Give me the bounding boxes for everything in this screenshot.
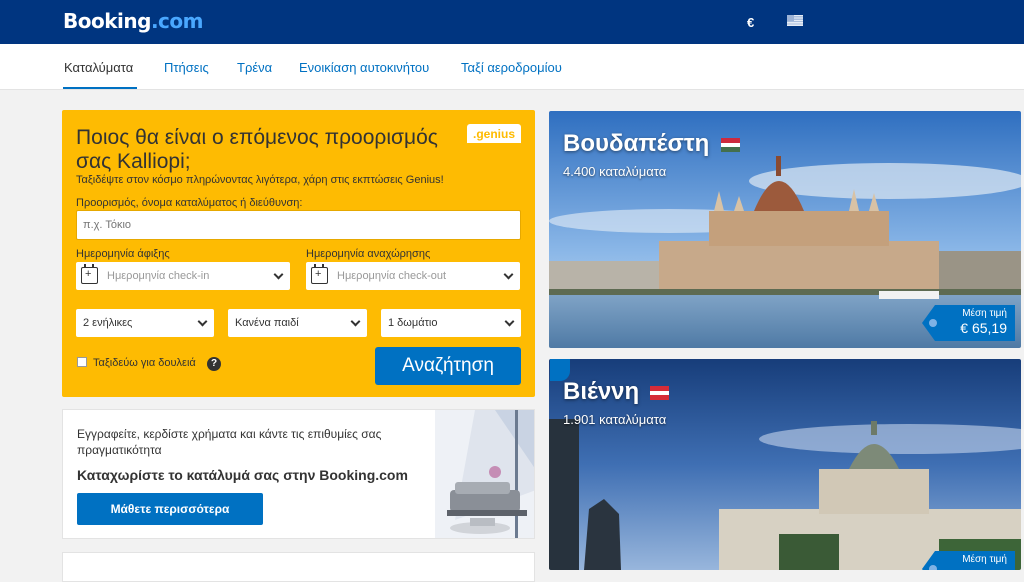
calendar-icon [81, 264, 98, 284]
promo-text: Εγγραφείτε, κερδίστε χρήματα και κάντε τ… [77, 427, 382, 457]
help-icon[interactable]: ? [207, 357, 221, 371]
greek-flag-icon[interactable] [787, 15, 803, 26]
search-subtitle: Ταξιδέψτε στον κόσμο πληρώνοντας λιγότερ… [76, 174, 444, 186]
children-value: Κανένα παιδί [235, 317, 299, 329]
genius-badge: .genius [467, 124, 521, 146]
adults-select[interactable]: 2 ενήλικες [76, 309, 214, 337]
destination-input[interactable] [76, 210, 521, 240]
tag-hole-icon [929, 565, 937, 570]
children-select[interactable]: Κανένα παιδί [228, 309, 367, 337]
checkout-label: Ημερομηνία αναχώρησης [306, 248, 431, 260]
destination-card-budapest[interactable]: Βουδαπέστη 4.400 καταλύματα Μέση τιμή € … [549, 111, 1021, 348]
tab-stays[interactable]: Καταλύματα [64, 60, 133, 75]
checkin-placeholder: Ημερομηνία check-in [107, 270, 210, 282]
list-property-promo: Εγγραφείτε, κερδίστε χρήματα και κάντε τ… [62, 409, 535, 539]
active-tab-indicator [63, 87, 137, 89]
tab-airport-taxi[interactable]: Ταξί αεροδρομίου [461, 60, 562, 75]
hungary-flag-icon [721, 138, 740, 152]
chevron-down-icon [503, 269, 514, 280]
average-price-badge: Μέση τιμή € 65,19 [922, 305, 1015, 341]
business-travel-label[interactable]: Ταξιδεύω για δουλειά [93, 357, 196, 369]
chevron-down-icon [197, 316, 208, 327]
adults-value: 2 ενήλικες [83, 317, 133, 329]
currency-selector[interactable]: € [747, 15, 754, 30]
calendar-icon [311, 264, 328, 284]
chevron-down-icon [273, 269, 284, 280]
property-count: 4.400 καταλύματα [563, 164, 667, 179]
checkin-field[interactable]: Ημερομηνία check-in [76, 262, 290, 290]
chevron-down-icon [504, 316, 515, 327]
promo-title: Καταχωρίστε το κατάλυμά σας στην Booking… [77, 467, 408, 483]
tab-trains[interactable]: Τρένα [237, 60, 272, 75]
search-panel: Ποιος θα είναι ο επόμενος προορισμός σας… [62, 110, 535, 397]
destination-name: Βουδαπέστη [563, 130, 710, 157]
price-value: € 65,19 [960, 320, 1007, 336]
booking-logo[interactable]: Booking.com [63, 9, 203, 33]
search-title: Ποιος θα είναι ο επόμενος προορισμός σας… [76, 126, 438, 173]
destination-card-vienna[interactable]: Βιέννη 1.901 καταλύματα Μέση τιμή [549, 359, 1021, 570]
top-header: Booking.com € [0, 0, 1024, 44]
business-travel-checkbox[interactable] [77, 357, 87, 367]
product-nav: Καταλύματα Πτήσεις Τρένα Ενοικίαση αυτοκ… [0, 44, 1024, 90]
property-count: 1.901 καταλύματα [563, 412, 667, 427]
checkout-placeholder: Ημερομηνία check-out [337, 270, 447, 282]
search-button[interactable]: Αναζήτηση [375, 347, 521, 385]
checkin-label: Ημερομηνία άφιξης [76, 248, 170, 260]
destination-name: Βιέννη [563, 378, 640, 405]
info-card [62, 552, 535, 582]
average-price-badge: Μέση τιμή [922, 551, 1015, 570]
tab-flights[interactable]: Πτήσεις [164, 60, 209, 75]
tag-hole-icon [929, 319, 937, 327]
checkout-field[interactable]: Ημερομηνία check-out [306, 262, 520, 290]
chevron-down-icon [350, 316, 361, 327]
austria-flag-icon [650, 386, 669, 400]
tab-car-rental[interactable]: Ενοικίαση αυτοκινήτου [299, 60, 429, 75]
rooms-value: 1 δωμάτιο [388, 317, 438, 329]
destination-label: Προορισμός, όνομα καταλύματος ή διεύθυνσ… [76, 197, 303, 209]
learn-more-button[interactable]: Μάθετε περισσότερα [77, 493, 263, 525]
price-label: Μέση τιμή [962, 308, 1007, 319]
price-label: Μέση τιμή [962, 554, 1007, 565]
rooms-select[interactable]: 1 δωμάτιο [381, 309, 521, 337]
living-room-illustration [435, 410, 534, 538]
